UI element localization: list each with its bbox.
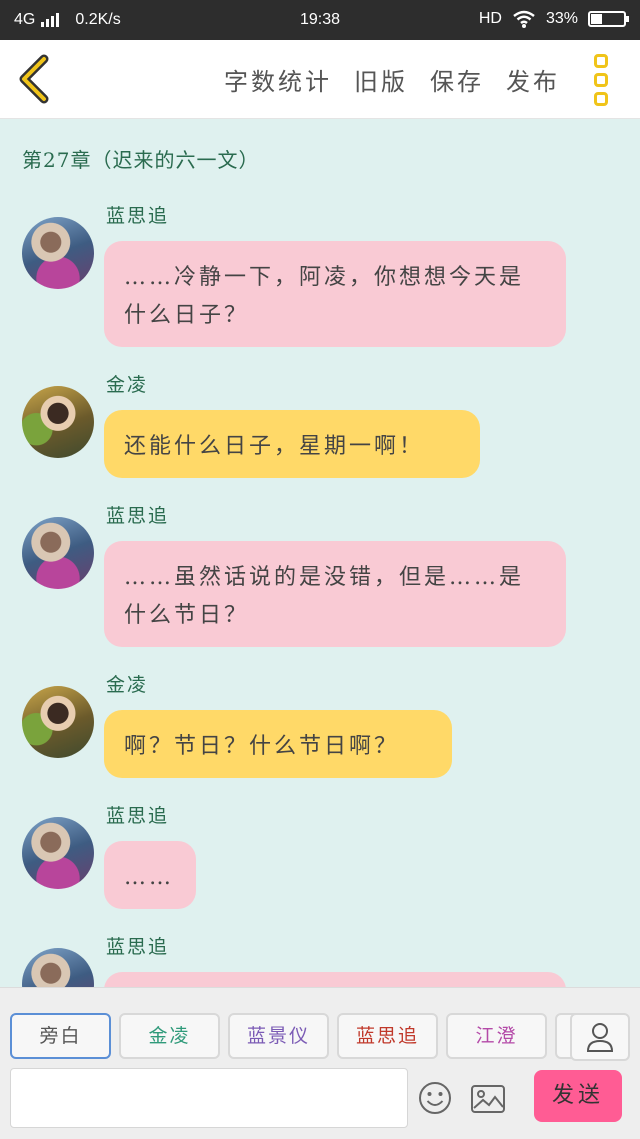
role-jiang-cheng[interactable]: 江澄 bbox=[446, 1013, 547, 1059]
role-lan-sizhui[interactable]: 蓝思追 bbox=[337, 1013, 438, 1059]
save-button[interactable]: 保存 bbox=[430, 62, 484, 97]
back-arrow-icon[interactable] bbox=[14, 54, 54, 104]
old-version-button[interactable]: 旧版 bbox=[354, 62, 408, 97]
message-bubble[interactable]: 还能什么日子，星期一啊！ bbox=[104, 410, 480, 478]
message-bubble[interactable]: …… bbox=[104, 841, 196, 909]
speaker-name: 蓝思追 bbox=[106, 936, 170, 958]
hd-label: HD bbox=[478, 10, 502, 27]
speaker-name: 蓝思追 bbox=[106, 505, 170, 527]
publish-button[interactable]: 发布 bbox=[506, 62, 560, 97]
battery-percent: 33% bbox=[545, 10, 578, 27]
avatar[interactable] bbox=[22, 217, 94, 289]
avatar[interactable] bbox=[22, 686, 94, 758]
more-menu-icon[interactable] bbox=[594, 54, 616, 106]
message-bubble[interactable] bbox=[104, 972, 566, 987]
wifi-icon bbox=[513, 10, 535, 28]
compose-panel: 旁白金凌蓝景仪蓝思追江澄魏无 发送 bbox=[0, 987, 640, 1139]
chapter-title: 第27章（迟来的六一文） bbox=[22, 148, 260, 172]
message-bubble[interactable]: ……虽然话说的是没错，但是……是什么节日？ bbox=[104, 541, 566, 647]
avatar[interactable] bbox=[22, 817, 94, 889]
role-lan-jingyi[interactable]: 蓝景仪 bbox=[228, 1013, 329, 1059]
editor-toolbar: 字数统计 旧版 保存 发布 bbox=[0, 40, 640, 119]
toolbar-actions: 字数统计 旧版 保存 发布 bbox=[224, 62, 560, 97]
person-icon bbox=[586, 1023, 614, 1052]
speaker-name: 蓝思追 bbox=[106, 205, 170, 227]
battery-icon bbox=[588, 11, 629, 27]
avatar[interactable] bbox=[22, 517, 94, 589]
speaker-name: 金凌 bbox=[106, 674, 149, 696]
role-narrator[interactable]: 旁白 bbox=[10, 1013, 111, 1059]
avatar[interactable] bbox=[22, 948, 94, 987]
message-input[interactable] bbox=[10, 1068, 408, 1128]
word-count-button[interactable]: 字数统计 bbox=[224, 62, 332, 97]
send-button[interactable]: 发送 bbox=[534, 1070, 622, 1122]
speaker-name: 蓝思追 bbox=[106, 805, 170, 827]
message-bubble[interactable]: 啊？节日？什么节日啊？ bbox=[104, 710, 452, 778]
status-bar: 4G 0.2K/s 19:38 HD 33% bbox=[0, 0, 640, 40]
message-bubble[interactable]: ……冷静一下，阿凌，你想想今天是什么日子？ bbox=[104, 241, 566, 347]
chat-area[interactable]: 第27章（迟来的六一文） 蓝思追 ……冷静一下，阿凌，你想想今天是什么日子？ 金… bbox=[0, 119, 640, 987]
avatar[interactable] bbox=[22, 386, 94, 458]
speaker-name: 金凌 bbox=[106, 374, 149, 396]
role-jin-ling[interactable]: 金凌 bbox=[119, 1013, 220, 1059]
role-manager-button[interactable] bbox=[570, 1013, 630, 1061]
status-right: HD 33% bbox=[478, 9, 629, 29]
role-selector: 旁白金凌蓝景仪蓝思追江澄魏无 bbox=[10, 1013, 576, 1061]
image-icon[interactable] bbox=[470, 1083, 506, 1115]
emoji-icon[interactable] bbox=[418, 1081, 452, 1115]
